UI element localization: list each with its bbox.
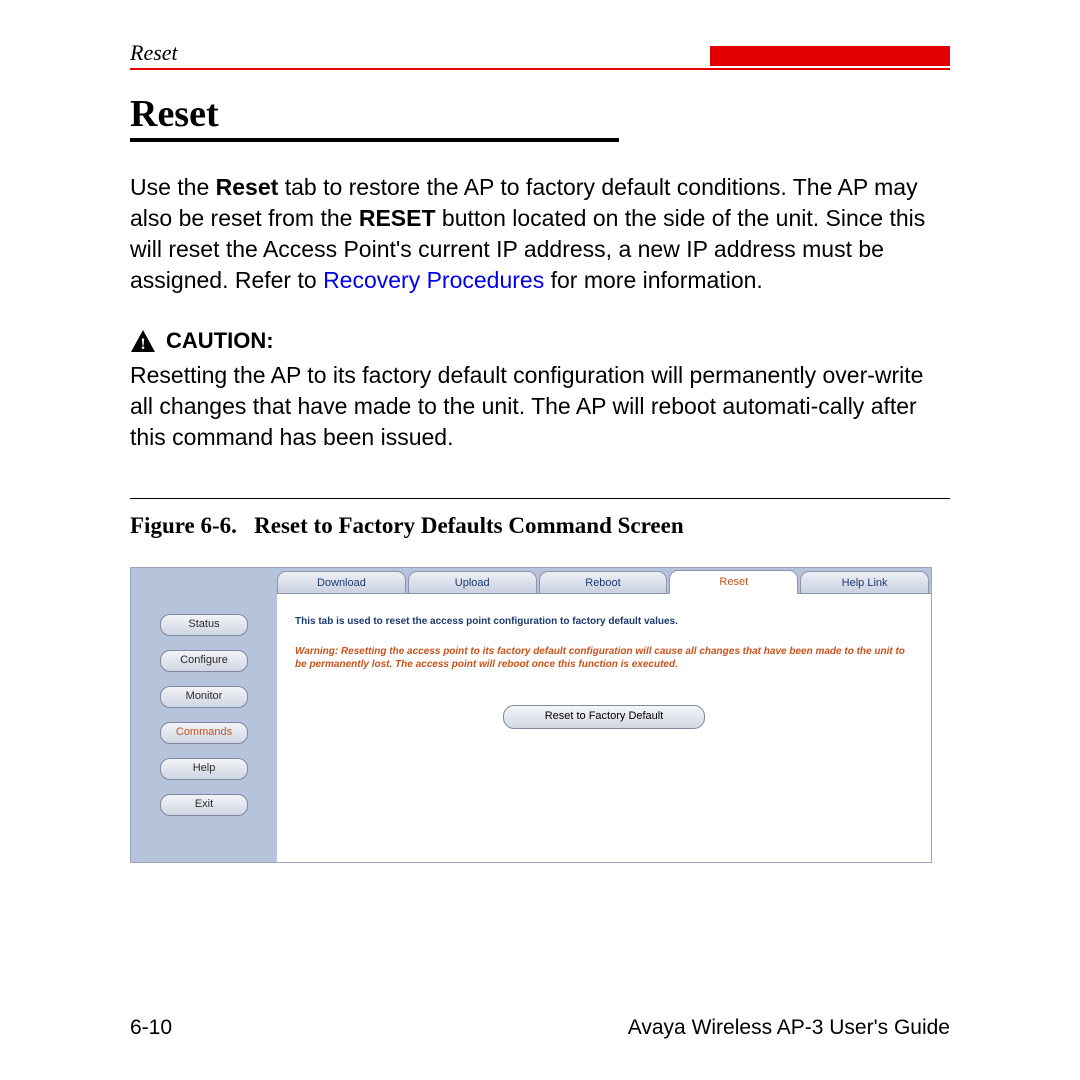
document-title: Avaya Wireless AP-3 User's Guide xyxy=(628,1016,950,1040)
tab-download[interactable]: Download xyxy=(277,571,406,594)
tab-help-link[interactable]: Help Link xyxy=(800,571,929,594)
tab-reset[interactable]: Reset xyxy=(669,570,798,594)
reset-to-factory-default-button[interactable]: Reset to Factory Default xyxy=(503,705,705,729)
text-bold: Reset xyxy=(216,174,279,200)
running-header: Reset xyxy=(130,40,710,66)
figure-rule xyxy=(130,498,950,499)
sidebar-btn-exit[interactable]: Exit xyxy=(160,794,248,816)
figure-number: Figure 6-6. xyxy=(130,513,237,538)
recovery-procedures-link[interactable]: Recovery Procedures xyxy=(323,267,544,293)
tab-reboot[interactable]: Reboot xyxy=(539,571,668,594)
figure-caption: Figure 6-6. Reset to Factory Defaults Co… xyxy=(130,513,950,539)
sidebar-btn-commands[interactable]: Commands xyxy=(160,722,248,744)
screenshot-content: This tab is used to reset the access poi… xyxy=(277,593,931,862)
screenshot-info-text: This tab is used to reset the access poi… xyxy=(295,616,913,627)
page-number: 6-10 xyxy=(130,1016,172,1040)
screenshot-main: Download Upload Reboot Reset Help Link T… xyxy=(277,568,931,862)
caution-body: Resetting the AP to its factory default … xyxy=(130,360,950,453)
header-accent-bar xyxy=(710,46,950,66)
caution-label: CAUTION: xyxy=(166,328,274,354)
text: Use the xyxy=(130,174,216,200)
page-footer: 6-10 Avaya Wireless AP-3 User's Guide xyxy=(130,1016,950,1040)
text: for more information. xyxy=(544,267,763,293)
tab-upload[interactable]: Upload xyxy=(408,571,537,594)
sidebar-btn-status[interactable]: Status xyxy=(160,614,248,636)
intro-paragraph: Use the Reset tab to restore the AP to f… xyxy=(130,172,950,296)
sidebar-btn-help[interactable]: Help xyxy=(160,758,248,780)
figure-title: Reset to Factory Defaults Command Screen xyxy=(254,513,683,538)
screenshot-sidebar: Status Configure Monitor Commands Help E… xyxy=(131,568,277,862)
screenshot-tabs: Download Upload Reboot Reset Help Link xyxy=(277,568,931,594)
sidebar-btn-configure[interactable]: Configure xyxy=(160,650,248,672)
text-bold: RESET xyxy=(359,205,436,231)
section-heading: Reset xyxy=(130,92,619,142)
sidebar-btn-monitor[interactable]: Monitor xyxy=(160,686,248,708)
screenshot-warning-text: Warning: Resetting the access point to i… xyxy=(295,645,913,671)
caution-icon: ! xyxy=(130,329,156,353)
svg-text:!: ! xyxy=(140,336,145,353)
embedded-screenshot: Status Configure Monitor Commands Help E… xyxy=(130,567,932,863)
